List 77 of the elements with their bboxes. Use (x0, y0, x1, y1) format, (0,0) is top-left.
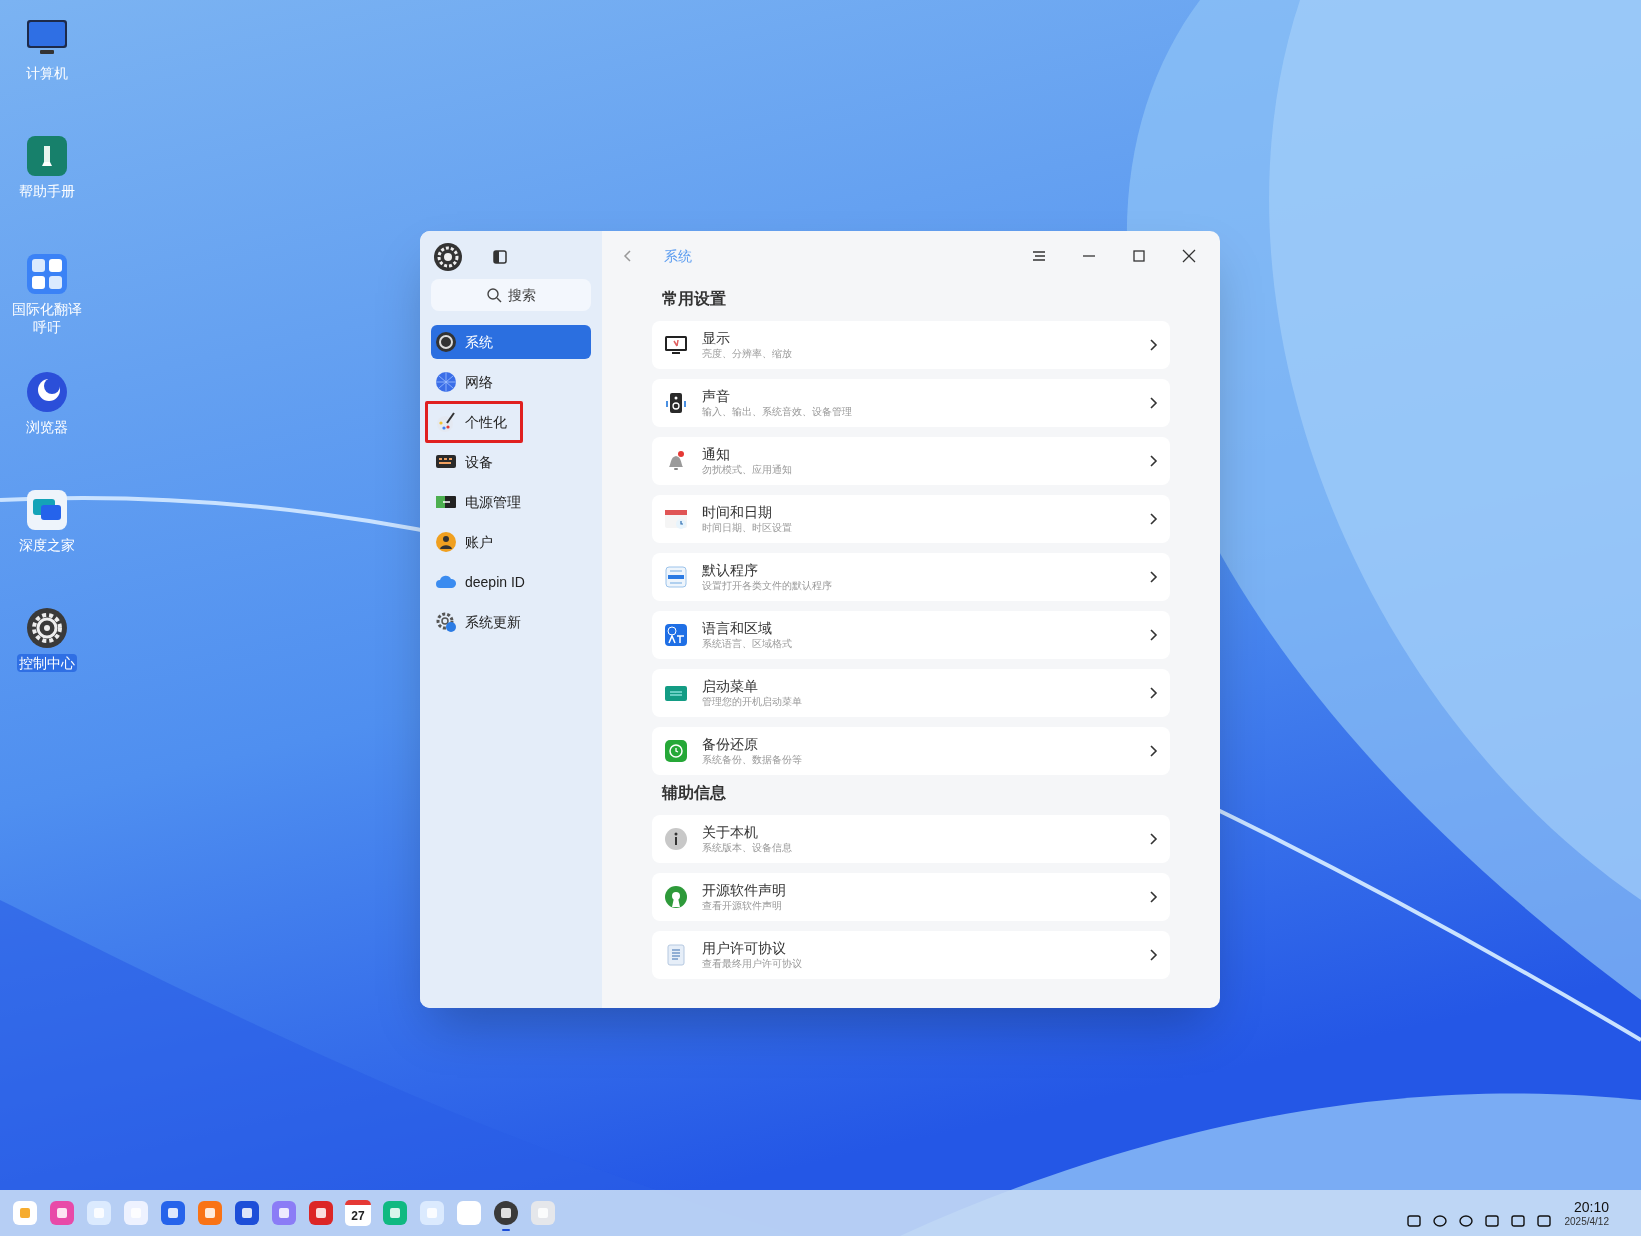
row-title: 用户许可协议 (702, 939, 787, 957)
clock-date[interactable]: 2025/4/12 (1564, 1216, 1609, 1227)
sidebar-toggle-icon[interactable] (493, 250, 507, 264)
chevron-right-icon (1148, 948, 1158, 962)
row-subtitle: 设置打开各类文件的默认程序 (702, 579, 833, 593)
row-title: 备份还原 (702, 735, 759, 753)
settings-row[interactable]: 用户许可协议 查看最终用户许可协议 (652, 931, 1170, 979)
row-title: 时间和日期 (702, 503, 773, 521)
sidebar-item[interactable]: 系统 (431, 325, 591, 359)
settings-row[interactable]: 备份还原 系统备份、数据备份等 (652, 727, 1170, 775)
chevron-right-icon (1148, 628, 1158, 642)
info-icon (664, 827, 688, 851)
sidebar-item[interactable]: deepin ID (431, 565, 591, 599)
settings-row[interactable]: 显示 亮度、分辨率、缩放 (652, 321, 1170, 369)
settings-row[interactable]: 启动菜单 管理您的开机启动菜单 (652, 669, 1170, 717)
sidebar-item[interactable]: 网络 (431, 365, 591, 399)
form-icon (664, 565, 688, 589)
monitor-icon (664, 333, 688, 357)
language-icon (664, 623, 688, 647)
row-subtitle: 系统备份、数据备份等 (702, 753, 803, 767)
chevron-right-icon (1148, 396, 1158, 410)
row-subtitle: 输入、输出、系统音效、设备管理 (702, 405, 853, 419)
settings-row[interactable]: 语言和区域 系统语言、区域格式 (652, 611, 1170, 659)
lighthouse-icon (25, 134, 69, 178)
settings-row[interactable]: 关于本机 系统版本、设备信息 (652, 815, 1170, 863)
chevron-right-icon (1148, 686, 1158, 700)
row-subtitle: 系统语言、区域格式 (702, 637, 793, 651)
sidebar-item[interactable]: 设备 (431, 445, 591, 479)
speaker-icon (664, 391, 688, 415)
row-title: 语言和区域 (702, 619, 773, 637)
settings-row[interactable]: 时间和日期 时间日期、时区设置 (652, 495, 1170, 543)
calendar-icon (664, 507, 688, 531)
chevron-right-icon (1148, 744, 1158, 758)
section-title: 常用设置 (661, 289, 727, 309)
desktop-icon-label[interactable]: 控制中心 (17, 654, 77, 672)
maximize-icon[interactable] (1132, 249, 1146, 263)
section-title: 辅助信息 (660, 783, 727, 803)
settings-row[interactable]: 声音 输入、输出、系统音效、设备管理 (652, 379, 1170, 427)
palette-icon (435, 411, 457, 433)
chevron-right-icon (1148, 832, 1158, 846)
row-subtitle: 勿扰模式、应用通知 (702, 463, 793, 477)
row-title: 开源软件声明 (702, 881, 787, 899)
settings-row[interactable]: 开源软件声明 查看开源软件声明 (652, 873, 1170, 921)
row-title: 声音 (702, 387, 731, 405)
row-subtitle: 时间日期、时区设置 (702, 521, 793, 535)
row-subtitle: 查看最终用户许可协议 (702, 957, 803, 971)
row-title: 启动菜单 (702, 677, 759, 695)
row-title: 关于本机 (702, 823, 759, 841)
chevron-right-icon (1148, 890, 1158, 904)
row-subtitle: 系统版本、设备信息 (702, 841, 793, 855)
sidebar-item[interactable]: 账户 (431, 525, 591, 559)
row-subtitle: 查看开源软件声明 (702, 899, 783, 913)
row-subtitle: 管理您的开机启动菜单 (702, 695, 803, 709)
row-title: 显示 (702, 329, 731, 347)
translate-icon (25, 252, 69, 296)
chevron-right-icon (1148, 512, 1158, 526)
sidebar-item[interactable]: 系统更新 (431, 605, 591, 639)
sidebar-item[interactable]: 电源管理 (431, 485, 591, 519)
menu-icon[interactable] (1032, 249, 1046, 263)
open-source-icon (664, 885, 688, 909)
restore-icon (664, 739, 688, 763)
user-icon (435, 531, 457, 553)
document-icon (664, 943, 688, 967)
globe-icon (435, 371, 457, 393)
chevron-right-icon (1148, 338, 1158, 352)
row-title: 默认程序 (702, 561, 759, 579)
chevron-right-icon (1148, 570, 1158, 584)
settings-row[interactable]: 默认程序 设置打开各类文件的默认程序 (652, 553, 1170, 601)
row-title: 通知 (702, 445, 731, 463)
row-subtitle: 亮度、分辨率、缩放 (702, 347, 793, 361)
settings-row[interactable]: 通知 勿扰模式、应用通知 (652, 437, 1170, 485)
back-icon[interactable] (622, 249, 634, 263)
chevron-right-icon (1148, 454, 1158, 468)
search-field[interactable]: 搜索 (431, 279, 591, 311)
sidebar-item[interactable]: 个性化 (431, 405, 591, 439)
close-icon[interactable] (1182, 249, 1196, 263)
clock-time[interactable]: 20:10 (1573, 1199, 1609, 1214)
